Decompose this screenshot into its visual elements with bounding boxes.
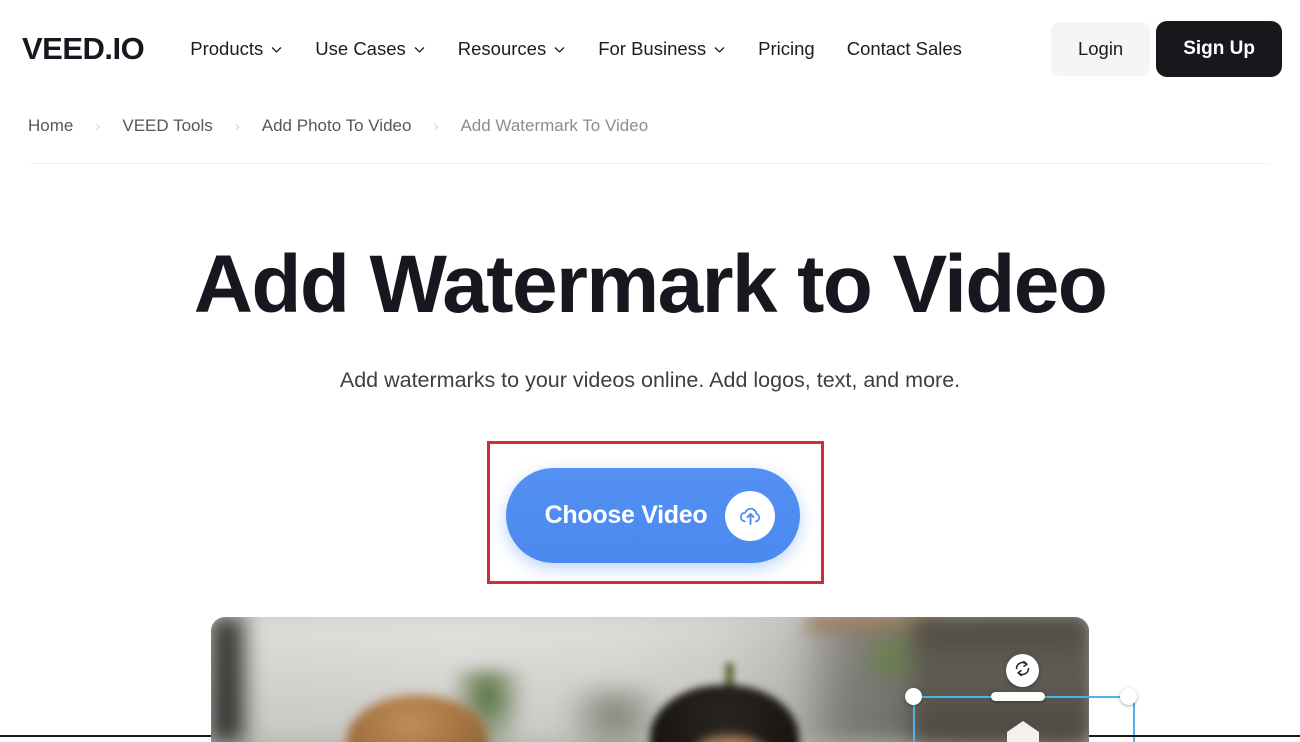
nav-item-contact-sales[interactable]: Contact Sales	[831, 28, 978, 70]
choose-video-button[interactable]: Choose Video	[506, 468, 800, 563]
breadcrumb-separator-icon: ›	[433, 117, 439, 135]
chevron-down-icon	[413, 43, 426, 56]
page-bottom-rule-left	[0, 735, 211, 737]
nav-item-use-cases[interactable]: Use Cases	[299, 28, 441, 70]
cloud-upload-icon	[725, 490, 776, 541]
page-subtitle: Add watermarks to your videos online. Ad…	[339, 368, 961, 393]
breadcrumb-item-home[interactable]: Home	[28, 112, 73, 140]
breadcrumb: Home › VEED Tools › Add Photo To Video ›…	[28, 112, 648, 140]
breadcrumb-item-add-watermark-to-video: Add Watermark To Video	[460, 116, 649, 135]
login-button[interactable]: Login	[1050, 21, 1151, 76]
rotate-button[interactable]	[1006, 654, 1039, 687]
veed-logo[interactable]: VEED.IO	[22, 31, 145, 67]
signup-button[interactable]: Sign Up	[1156, 20, 1282, 77]
nav-auth-actions: Login Sign Up	[1050, 20, 1282, 77]
nav-item-label: Use Cases	[315, 37, 406, 59]
chevron-down-icon	[553, 43, 566, 56]
nav-item-for-business[interactable]: For Business	[582, 28, 742, 70]
page-root: VEED.IO Products Use Cases Resources For…	[0, 0, 1300, 742]
choose-video-label: Choose Video	[544, 501, 708, 529]
choose-video-highlight-box: Choose Video	[487, 441, 824, 584]
rotate-icon	[1013, 659, 1032, 683]
nav-links: Products Use Cases Resources For Busines…	[174, 28, 978, 70]
nav-item-label: Resources	[457, 37, 547, 59]
selection-handle-top-right[interactable]	[1120, 688, 1137, 705]
hero-section: Add Watermark to Video Add watermarks to…	[0, 180, 1300, 393]
chevron-down-icon	[270, 43, 283, 56]
breadcrumb-divider	[30, 163, 1270, 164]
nav-item-products[interactable]: Products	[174, 28, 299, 70]
breadcrumb-item-add-photo-to-video[interactable]: Add Photo To Video	[262, 112, 412, 140]
breadcrumb-item-veed-tools[interactable]: VEED Tools	[122, 112, 212, 140]
watermark-logo-shape[interactable]	[1003, 719, 1043, 742]
breadcrumb-separator-icon: ›	[95, 117, 101, 135]
nav-item-pricing[interactable]: Pricing	[742, 28, 831, 70]
selection-handle-top-center[interactable]	[991, 692, 1045, 701]
page-title: Add Watermark to Video	[193, 239, 1108, 330]
selection-handle-top-left[interactable]	[905, 688, 922, 705]
nav-item-label: Pricing	[758, 37, 815, 59]
nav-item-label: Contact Sales	[846, 37, 962, 59]
page-bottom-rule-right	[1089, 735, 1300, 737]
nav-item-label: Products	[190, 37, 264, 59]
nav-item-label: For Business	[598, 37, 707, 59]
chevron-down-icon	[713, 43, 726, 56]
nav-item-resources[interactable]: Resources	[442, 28, 582, 70]
top-navigation-bar: VEED.IO Products Use Cases Resources For…	[0, 0, 1300, 97]
breadcrumb-separator-icon: ›	[234, 117, 240, 135]
